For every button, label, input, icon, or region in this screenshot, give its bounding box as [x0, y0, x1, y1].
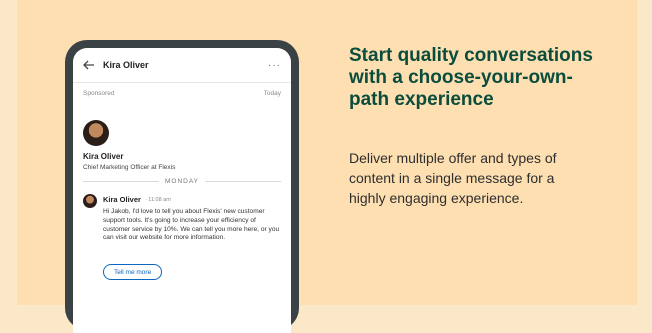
sponsored-label: Sponsored [83, 90, 115, 97]
message-header: Kira Oliver · 11:08 am [103, 195, 171, 204]
date-label: Today [263, 90, 281, 97]
message-screen: Kira Oliver ··· Sponsored Today Kira Oli… [73, 48, 291, 333]
feature-headline: Start quality conversations with a choos… [349, 45, 593, 110]
feature-description: Deliver multiple offer and types of cont… [349, 150, 557, 206]
more-options-icon[interactable]: ··· [268, 60, 281, 71]
contact-name: Kira Oliver [103, 60, 149, 70]
divider-line-right [205, 181, 281, 182]
message-time: · 11:08 am [144, 196, 171, 203]
day-divider: MONDAY [83, 178, 281, 185]
day-label: MONDAY [164, 178, 200, 185]
message-avatar [83, 194, 97, 208]
divider-line-left [83, 181, 159, 182]
phone-mockup: Kira Oliver ··· Sponsored Today Kira Oli… [65, 40, 299, 333]
profile-name: Kira Oliver [83, 152, 124, 161]
message-body: Hi Jakob, I'd love to tell you about Fle… [103, 208, 280, 242]
message-meta: Sponsored Today [73, 83, 291, 97]
profile-avatar [83, 120, 109, 146]
tell-me-more-button[interactable]: Tell me more [103, 264, 163, 280]
message-sender: Kira Oliver [103, 195, 141, 204]
profile-title: Chief Marketing Officer at Flexis [83, 164, 176, 171]
conversation-header: Kira Oliver ··· [73, 48, 291, 83]
back-arrow-icon[interactable] [83, 58, 97, 72]
